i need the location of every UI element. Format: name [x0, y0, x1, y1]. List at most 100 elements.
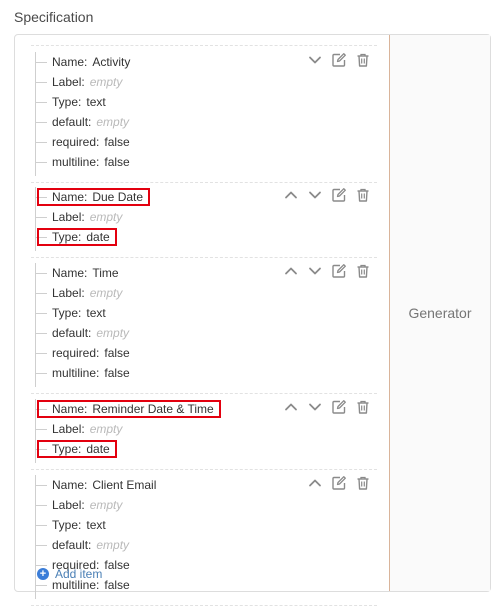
page-title: Specification [14, 9, 94, 25]
trash-icon[interactable] [355, 475, 371, 491]
tree-branch [35, 216, 47, 218]
trash-icon[interactable] [355, 187, 371, 203]
add-item-label: Add item [55, 567, 103, 581]
field-key: Name: [52, 190, 88, 204]
field-value: false [104, 578, 130, 592]
field-value: empty [89, 75, 123, 89]
field-row: multiline: false [35, 152, 130, 172]
chevron-up-icon[interactable] [283, 263, 299, 279]
field-row: Name: Time [35, 263, 119, 283]
field-value: empty [89, 498, 123, 512]
tree-branch [35, 101, 47, 103]
tree-branch [35, 61, 47, 63]
chevron-up-icon[interactable] [283, 187, 299, 203]
field-row: multiline: false [35, 363, 130, 383]
field-key: Name: [52, 55, 88, 69]
field-value: empty [96, 326, 130, 340]
spec-item: Name: Activity Label: empty Type: text default… [31, 45, 377, 183]
field-row: Label: empty [35, 495, 122, 515]
tree-branch [35, 564, 47, 566]
field-row: default: empty [35, 323, 129, 343]
chevron-up-icon[interactable] [283, 399, 299, 415]
tree-branch [35, 121, 47, 123]
field-value: false [104, 558, 130, 572]
trash-icon[interactable] [355, 52, 371, 68]
tree-branch [35, 81, 47, 83]
field-row: default: empty [35, 112, 129, 132]
field-row: Name: Reminder Date & Time [35, 399, 214, 419]
field-row: Type: text [35, 303, 106, 323]
tree-branch [35, 332, 47, 334]
field-row: Name: Activity [35, 52, 130, 72]
generator-button[interactable]: Generator [390, 35, 490, 591]
tree-branch [35, 141, 47, 143]
item-actions [299, 52, 371, 68]
field-key: default: [52, 538, 92, 552]
edit-icon[interactable] [331, 52, 347, 68]
field-row: Label: empty [35, 283, 122, 303]
field-key: Label: [52, 498, 85, 512]
item-actions [299, 475, 371, 491]
field-row: Type: text [35, 515, 106, 535]
tree-branch [35, 448, 47, 450]
specification-panel: Name: Activity Label: empty Type: text default… [14, 34, 491, 606]
field-key: default: [52, 115, 92, 129]
field-value: empty [89, 286, 123, 300]
chevron-down-icon[interactable] [307, 399, 323, 415]
trash-icon[interactable] [355, 399, 371, 415]
edit-icon[interactable] [331, 475, 347, 491]
tree-branch [35, 196, 47, 198]
edit-icon[interactable] [331, 263, 347, 279]
field-key: default: [52, 326, 92, 340]
tree-branch [35, 408, 47, 410]
field-value: date [86, 230, 110, 244]
trash-icon[interactable] [355, 263, 371, 279]
field-row: Label: empty [35, 419, 122, 439]
tree-branch [35, 292, 47, 294]
edit-icon[interactable] [331, 399, 347, 415]
field-key: required: [52, 346, 100, 360]
field-value: Client Email [92, 478, 157, 492]
tree-branch [35, 544, 47, 546]
field-value: false [104, 366, 130, 380]
tree-branch [35, 312, 47, 314]
spec-item: Name: Client Email Label: empty Type: text def… [31, 469, 377, 606]
field-value: text [86, 518, 106, 532]
field-row: Label: empty [35, 207, 122, 227]
field-key: Type: [52, 95, 82, 109]
field-row: Name: Due Date [35, 187, 143, 207]
chevron-up-icon[interactable] [307, 475, 323, 491]
spec-item: Name: Reminder Date & Time Label: empty Type… [31, 393, 377, 470]
field-value: Reminder Date & Time [92, 402, 214, 416]
field-value: false [104, 155, 130, 169]
field-key: multiline: [52, 366, 100, 380]
chevron-down-icon[interactable] [307, 263, 323, 279]
field-row: default: empty [35, 535, 129, 555]
field-key: Type: [52, 306, 82, 320]
chevron-down-icon[interactable] [307, 52, 323, 68]
field-row: Name: Client Email [35, 475, 156, 495]
tree-branch [35, 428, 47, 430]
add-item-button[interactable]: + Add item [37, 567, 102, 581]
field-key: Type: [52, 442, 82, 456]
item-actions [275, 187, 371, 203]
field-value: empty [96, 115, 130, 129]
tree-branch [35, 584, 47, 586]
field-key: required: [52, 135, 100, 149]
field-row: Type: date [35, 439, 110, 459]
plus-circle-icon: + [37, 568, 49, 580]
tree-branch [35, 236, 47, 238]
tree-branch [35, 504, 47, 506]
tree-branch [35, 484, 47, 486]
field-key: Label: [52, 75, 85, 89]
field-value: text [86, 306, 106, 320]
field-value: Due Date [92, 190, 144, 204]
edit-icon[interactable] [331, 187, 347, 203]
field-key: multiline: [52, 155, 100, 169]
chevron-down-icon[interactable] [307, 187, 323, 203]
field-key: Type: [52, 230, 82, 244]
field-value: text [86, 95, 106, 109]
field-value: empty [96, 538, 130, 552]
field-key: Label: [52, 210, 85, 224]
tree-branch [35, 272, 47, 274]
